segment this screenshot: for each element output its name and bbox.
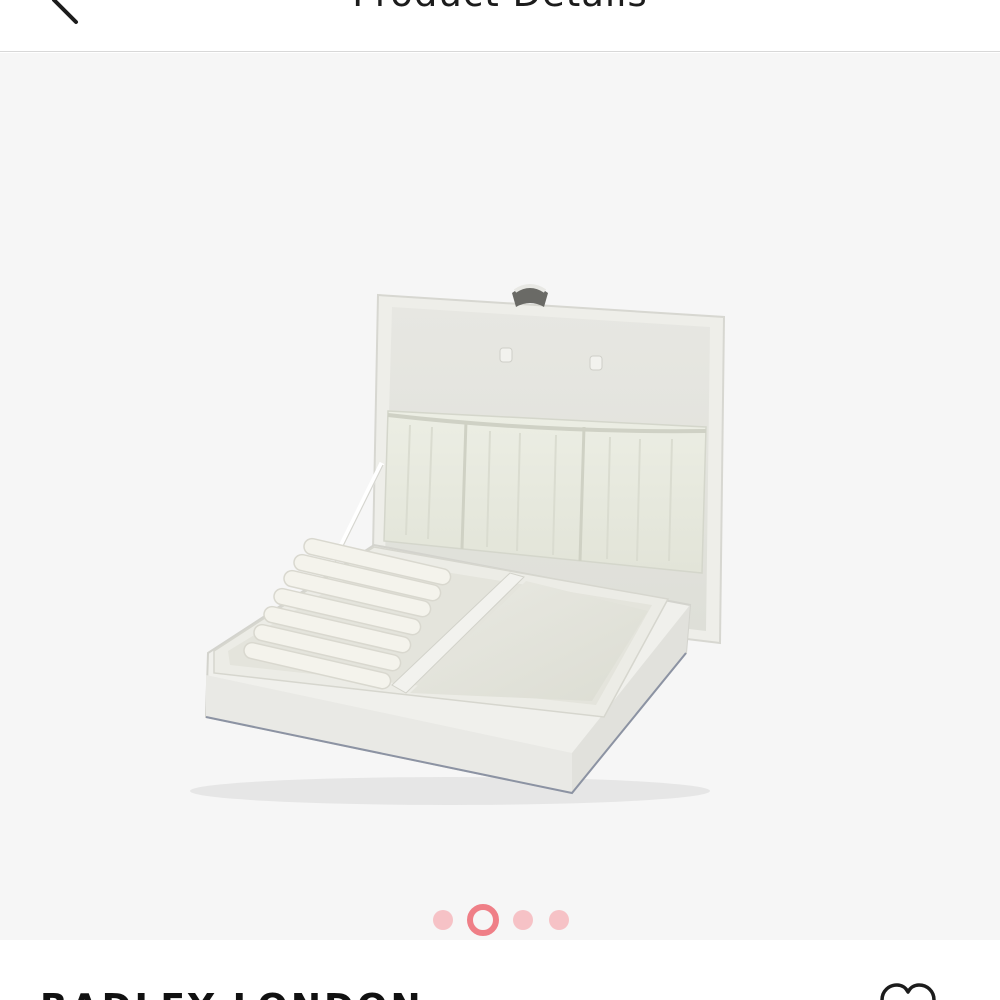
product-brand: RADLEY LONDON xyxy=(40,986,424,1000)
top-navigation-bar: Product Details xyxy=(0,0,1000,52)
heart-outline-icon xyxy=(880,983,936,1000)
product-details-page: Product Details xyxy=(0,0,1000,1000)
image-carousel-indicator xyxy=(0,903,1000,937)
page-title: Product Details xyxy=(0,0,1000,16)
carousel-dot-3[interactable] xyxy=(513,910,533,930)
product-info: RADLEY LONDON xyxy=(0,940,1000,1000)
carousel-dot-4[interactable] xyxy=(549,910,569,930)
wishlist-button[interactable] xyxy=(876,980,940,1000)
carousel-dot-1[interactable] xyxy=(433,910,453,930)
jewellery-box-image xyxy=(190,284,726,805)
carousel-dot-2-active[interactable] xyxy=(467,904,499,936)
product-image-gallery[interactable] xyxy=(0,53,1000,940)
